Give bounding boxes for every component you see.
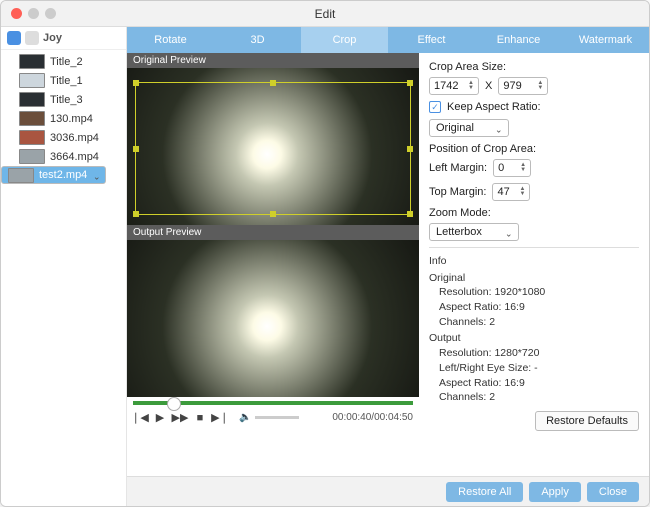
original-preview: Original Preview bbox=[127, 53, 419, 225]
original-resolution: Resolution: 1920*1080 bbox=[429, 285, 639, 300]
original-channels: Channels: 2 bbox=[429, 315, 639, 330]
output-preview: Output Preview bbox=[127, 225, 419, 397]
stop-button[interactable]: ■ bbox=[193, 412, 207, 424]
sidebar-item-130[interactable]: 130.mp4 bbox=[1, 109, 126, 128]
info-heading: Info bbox=[429, 254, 639, 269]
next-button[interactable]: ▶❘ bbox=[213, 411, 227, 424]
apply-button[interactable]: Apply bbox=[529, 482, 581, 502]
tab-crop[interactable]: Crop bbox=[301, 27, 388, 53]
output-preview-image bbox=[127, 240, 419, 397]
output-channels: Channels: 2 bbox=[429, 390, 639, 405]
left-margin-input[interactable]: 0▲▼ bbox=[493, 159, 531, 177]
titlebar: Edit bbox=[1, 1, 649, 27]
footer: Restore All Apply Close bbox=[127, 476, 649, 506]
window-title: Edit bbox=[1, 7, 649, 21]
main: Rotate 3D Crop Effect Enhance Watermark … bbox=[127, 27, 649, 506]
sidebar-item-test2[interactable]: test2.mp4 bbox=[1, 166, 106, 184]
sidebar-header: Joy bbox=[1, 27, 126, 50]
collapse-toggle-off-icon[interactable] bbox=[25, 31, 39, 45]
restore-all-button[interactable]: Restore All bbox=[446, 482, 523, 502]
sidebar-item-3664[interactable]: 3664.mp4 bbox=[1, 147, 126, 166]
crop-size-label: Crop Area Size: bbox=[429, 61, 639, 73]
restore-defaults-button[interactable]: Restore Defaults bbox=[535, 411, 639, 431]
sidebar-list: Title_2 Title_1 Title_3 130.mp4 3036.mp4… bbox=[1, 50, 126, 188]
crop-width-input[interactable]: 1742▲▼ bbox=[429, 77, 479, 95]
fast-forward-button[interactable]: ▶▶ bbox=[173, 411, 187, 424]
tab-rotate[interactable]: Rotate bbox=[127, 27, 214, 53]
position-label: Position of Crop Area: bbox=[429, 143, 639, 155]
sidebar-item-title-2[interactable]: Title_2 bbox=[1, 52, 126, 71]
zoom-mode-select[interactable]: Letterbox bbox=[429, 223, 519, 241]
info-block: Info Original Resolution: 1920*1080 Aspe… bbox=[429, 254, 639, 405]
sidebar-item-title-1[interactable]: Title_1 bbox=[1, 71, 126, 90]
tab-3d[interactable]: 3D bbox=[214, 27, 301, 53]
collapse-toggle-on-icon[interactable] bbox=[7, 31, 21, 45]
aspect-ratio-select[interactable]: Original bbox=[429, 119, 509, 137]
progress-slider[interactable] bbox=[127, 397, 419, 409]
top-margin-label: Top Margin: bbox=[429, 186, 486, 198]
volume-control[interactable]: 🔈 bbox=[239, 412, 299, 423]
preview-column: Original Preview Output Preview bbox=[127, 53, 419, 476]
content: Original Preview Output Preview bbox=[127, 53, 649, 476]
close-button[interactable]: Close bbox=[587, 482, 639, 502]
body: Joy Title_2 Title_1 Title_3 130.mp4 3036… bbox=[1, 27, 649, 506]
left-margin-label: Left Margin: bbox=[429, 162, 487, 174]
keep-ratio-checkbox[interactable]: ✓ bbox=[429, 101, 441, 113]
play-button[interactable]: ▶ bbox=[153, 411, 167, 424]
time-display: 00:00:40/00:04:50 bbox=[332, 412, 413, 423]
tab-effect[interactable]: Effect bbox=[388, 27, 475, 53]
tab-bar: Rotate 3D Crop Effect Enhance Watermark bbox=[127, 27, 649, 53]
tab-enhance[interactable]: Enhance bbox=[475, 27, 562, 53]
output-preview-title: Output Preview bbox=[127, 225, 419, 240]
crop-height-input[interactable]: 979▲▼ bbox=[498, 77, 548, 95]
edit-window: Edit Joy Title_2 Title_1 Title_3 130.mp4… bbox=[0, 0, 650, 507]
x-separator: X bbox=[485, 80, 492, 92]
top-margin-input[interactable]: 47▲▼ bbox=[492, 183, 530, 201]
original-heading: Original bbox=[429, 271, 639, 286]
crop-panel: Crop Area Size: 1742▲▼ X 979▲▼ ✓ Keep As… bbox=[419, 53, 649, 476]
keep-ratio-label: Keep Aspect Ratio: bbox=[447, 101, 541, 113]
output-heading: Output bbox=[429, 331, 639, 346]
sidebar-root-label: Joy bbox=[43, 32, 62, 44]
original-preview-title: Original Preview bbox=[127, 53, 419, 68]
crop-rectangle[interactable] bbox=[135, 82, 411, 215]
sidebar: Joy Title_2 Title_1 Title_3 130.mp4 3036… bbox=[1, 27, 127, 506]
sidebar-item-title-3[interactable]: Title_3 bbox=[1, 90, 126, 109]
volume-icon: 🔈 bbox=[239, 412, 251, 423]
tab-watermark[interactable]: Watermark bbox=[562, 27, 649, 53]
prev-button[interactable]: ❘◀ bbox=[133, 411, 147, 424]
zoom-mode-label: Zoom Mode: bbox=[429, 207, 639, 219]
output-eye-size: Left/Right Eye Size: - bbox=[429, 361, 639, 376]
sidebar-item-3036[interactable]: 3036.mp4 bbox=[1, 128, 126, 147]
divider bbox=[429, 247, 639, 248]
playback-controls: ❘◀ ▶ ▶▶ ■ ▶❘ 🔈 00:00:40/00:04:50 bbox=[127, 397, 419, 443]
original-aspect-ratio: Aspect Ratio: 16:9 bbox=[429, 300, 639, 315]
output-aspect-ratio: Aspect Ratio: 16:9 bbox=[429, 376, 639, 391]
original-preview-image[interactable] bbox=[127, 68, 419, 225]
output-resolution: Resolution: 1280*720 bbox=[429, 346, 639, 361]
